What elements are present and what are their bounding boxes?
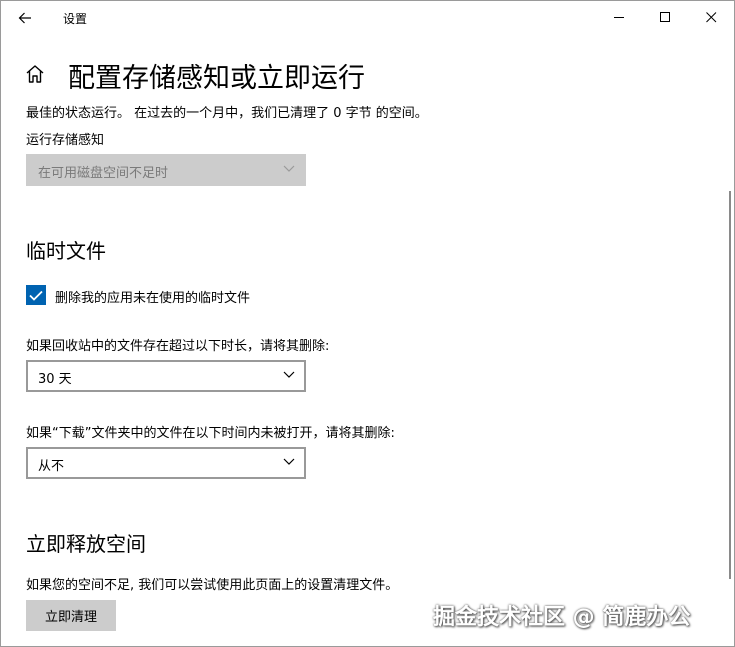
- delete-temp-files-checkbox[interactable]: [26, 285, 46, 305]
- recycle-bin-label: 如果回收站中的文件存在超过以下时长，请将其删除:: [26, 339, 330, 354]
- title-bar: 设置: [1, 1, 734, 34]
- minimize-icon: [613, 17, 624, 18]
- recycle-bin-value: 30 天: [38, 372, 72, 387]
- temp-files-title: 临时文件: [26, 239, 106, 263]
- checkmark-icon: [29, 290, 43, 301]
- window-title: 设置: [63, 12, 88, 26]
- close-icon: [705, 12, 716, 23]
- page-title: 配置存储感知或立即运行: [68, 63, 365, 94]
- downloads-label: 如果“下载”文件夹中的文件在以下时间内未被打开，请将其删除:: [26, 426, 395, 441]
- clean-now-button[interactable]: 立即清理: [26, 600, 116, 631]
- run-storage-sense-label: 运行存储感知: [26, 133, 105, 148]
- run-storage-sense-dropdown[interactable]: 在可用磁盘空间不足时: [26, 154, 306, 186]
- arrow-left-icon: [18, 12, 31, 24]
- chevron-down-icon: [283, 165, 295, 172]
- home-icon[interactable]: [24, 63, 46, 85]
- downloads-dropdown[interactable]: 从不: [26, 447, 306, 479]
- run-storage-sense-value: 在可用磁盘空间不足时: [38, 166, 169, 181]
- close-button[interactable]: [688, 1, 734, 34]
- watermark: 掘金技术社区 @ 简鹿办公: [433, 605, 691, 630]
- free-space-description: 如果您的空间不足, 我们可以尝试使用此页面上的设置清理文件。: [26, 578, 399, 593]
- free-space-title: 立即释放空间: [26, 532, 146, 556]
- recycle-bin-dropdown[interactable]: 30 天: [26, 360, 306, 392]
- downloads-value: 从不: [38, 459, 65, 474]
- settings-window: 设置 配置存储感知或立即运行 最佳的状态运行。 在过去的一个月中，我们已清理了 …: [0, 0, 735, 647]
- chevron-down-icon: [283, 371, 295, 378]
- delete-temp-files-label: 删除我的应用未在使用的临时文件: [55, 291, 251, 306]
- status-text: 最佳的状态运行。 在过去的一个月中，我们已清理了 0 字节 的空间。: [26, 106, 428, 121]
- vertical-scrollbar[interactable]: [729, 191, 731, 579]
- back-button[interactable]: [11, 5, 39, 31]
- maximize-icon: [659, 12, 670, 22]
- minimize-button[interactable]: [596, 1, 642, 34]
- maximize-button[interactable]: [642, 1, 688, 34]
- chevron-down-icon: [283, 458, 295, 465]
